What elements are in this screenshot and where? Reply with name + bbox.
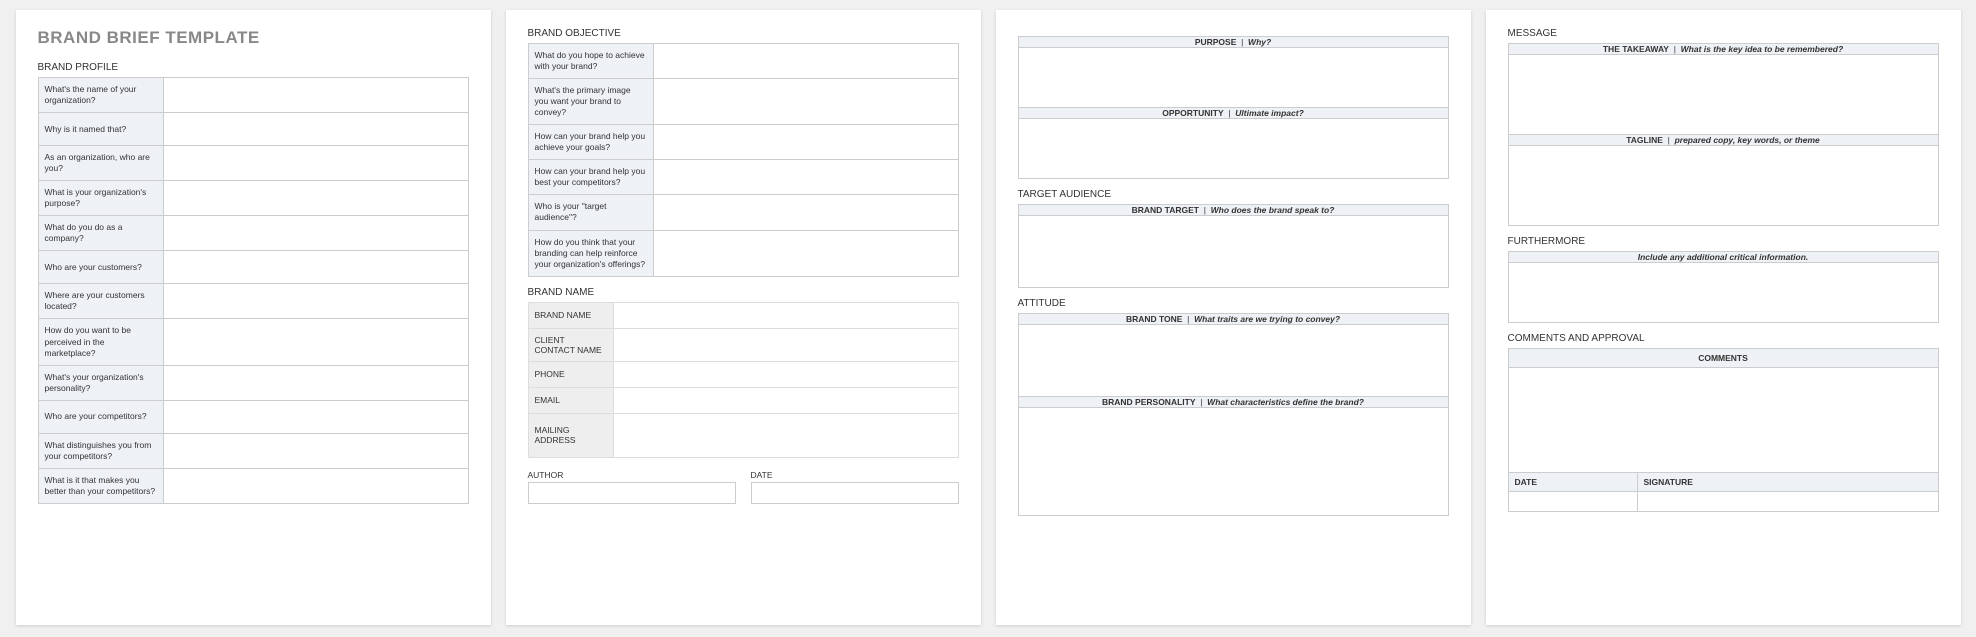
answer-input[interactable] xyxy=(163,113,468,146)
page-3: PURPOSE | Why? OPPORTUNITY | Ultimate im… xyxy=(996,10,1471,625)
section-attitude: ATTITUDE xyxy=(1018,298,1449,309)
question-label: What is it that makes you better than yo… xyxy=(38,468,163,503)
brandname-field-label: EMAIL xyxy=(528,387,613,413)
question-label: What's the name of your organization? xyxy=(38,78,163,113)
brand-objective-table: What do you hope to achieve with your br… xyxy=(528,43,959,277)
page-4: MESSAGE THE TAKEAWAY | What is the key i… xyxy=(1486,10,1961,625)
question-label: Who are your competitors? xyxy=(38,400,163,433)
brandname-field-input[interactable] xyxy=(613,361,958,387)
section-brand-objective: BRAND OBJECTIVE xyxy=(528,28,959,39)
section-furthermore: FURTHERMORE xyxy=(1508,236,1939,247)
question-label: What distinguishes you from your competi… xyxy=(38,433,163,468)
page-2: BRAND OBJECTIVE What do you hope to achi… xyxy=(506,10,981,625)
brand-personality-header: BRAND PERSONALITY | What characteristics… xyxy=(1018,397,1448,408)
answer-input[interactable] xyxy=(163,468,468,503)
section-target-audience: TARGET AUDIENCE xyxy=(1018,189,1449,200)
approval-signature-input[interactable] xyxy=(1637,492,1938,512)
target-table: BRAND TARGET | Who does the brand speak … xyxy=(1018,204,1449,288)
answer-input[interactable] xyxy=(653,195,958,230)
purpose-table: PURPOSE | Why? OPPORTUNITY | Ultimate im… xyxy=(1018,36,1449,179)
author-label: AUTHOR xyxy=(528,470,736,480)
question-label: What's your organization's personality? xyxy=(38,365,163,400)
date-input[interactable] xyxy=(751,482,959,504)
question-label: As an organization, who are you? xyxy=(38,146,163,181)
brand-tone-input[interactable] xyxy=(1018,325,1448,397)
approval-table: COMMENTS DATE SIGNATURE xyxy=(1508,348,1939,512)
opportunity-input[interactable] xyxy=(1018,119,1448,179)
answer-input[interactable] xyxy=(163,146,468,181)
answer-input[interactable] xyxy=(163,319,468,365)
furthermore-input[interactable] xyxy=(1508,263,1938,323)
tagline-input[interactable] xyxy=(1508,146,1938,226)
answer-input[interactable] xyxy=(163,78,468,113)
section-brand-name: BRAND NAME xyxy=(528,287,959,298)
answer-input[interactable] xyxy=(163,216,468,251)
answer-input[interactable] xyxy=(163,365,468,400)
question-label: How do you think that your branding can … xyxy=(528,230,653,276)
brand-tone-header: BRAND TONE | What traits are we trying t… xyxy=(1018,314,1448,325)
answer-input[interactable] xyxy=(163,181,468,216)
question-label: What do you do as a company? xyxy=(38,216,163,251)
question-label: What's the primary image you want your b… xyxy=(528,79,653,125)
section-brand-profile: BRAND PROFILE xyxy=(38,62,469,73)
answer-input[interactable] xyxy=(653,160,958,195)
message-table: THE TAKEAWAY | What is the key idea to b… xyxy=(1508,43,1939,226)
answer-input[interactable] xyxy=(653,44,958,79)
brandname-field-input[interactable] xyxy=(613,413,958,457)
question-label: How can your brand help you achieve your… xyxy=(528,125,653,160)
question-label: How do you want to be perceived in the m… xyxy=(38,319,163,365)
answer-input[interactable] xyxy=(653,79,958,125)
brand-personality-input[interactable] xyxy=(1018,408,1448,516)
purpose-header: PURPOSE | Why? xyxy=(1018,37,1448,48)
question-label: Where are your customers located? xyxy=(38,284,163,319)
approval-date-input[interactable] xyxy=(1508,492,1637,512)
purpose-input[interactable] xyxy=(1018,48,1448,108)
approval-date-label: DATE xyxy=(1508,473,1637,492)
page-1: BRAND BRIEF TEMPLATE BRAND PROFILE What'… xyxy=(16,10,491,625)
brand-name-table: BRAND NAMECLIENT CONTACT NAMEPHONEEMAILM… xyxy=(528,302,959,458)
author-input[interactable] xyxy=(528,482,736,504)
date-label: DATE xyxy=(751,470,959,480)
brand-profile-table: What's the name of your organization?Why… xyxy=(38,77,469,504)
answer-input[interactable] xyxy=(163,400,468,433)
takeaway-input[interactable] xyxy=(1508,55,1938,135)
brandname-field-input[interactable] xyxy=(613,387,958,413)
brandname-field-label: BRAND NAME xyxy=(528,302,613,328)
question-label: What is your organization's purpose? xyxy=(38,181,163,216)
brandname-field-input[interactable] xyxy=(613,302,958,328)
furthermore-header: Include any additional critical informat… xyxy=(1508,252,1938,263)
question-label: Who is your "target audience"? xyxy=(528,195,653,230)
opportunity-header: OPPORTUNITY | Ultimate impact? xyxy=(1018,108,1448,119)
brand-target-header: BRAND TARGET | Who does the brand speak … xyxy=(1018,205,1448,216)
section-message: MESSAGE xyxy=(1508,28,1939,39)
answer-input[interactable] xyxy=(653,230,958,276)
takeaway-header: THE TAKEAWAY | What is the key idea to b… xyxy=(1508,44,1938,55)
furthermore-table: Include any additional critical informat… xyxy=(1508,251,1939,323)
question-label: How can your brand help you best your co… xyxy=(528,160,653,195)
brandname-field-label: MAILING ADDRESS xyxy=(528,413,613,457)
section-comments: COMMENTS AND APPROVAL xyxy=(1508,333,1939,344)
comments-header: COMMENTS xyxy=(1508,349,1938,368)
approval-signature-label: SIGNATURE xyxy=(1637,473,1938,492)
author-date-row: AUTHOR DATE xyxy=(528,470,959,504)
answer-input[interactable] xyxy=(163,284,468,319)
tagline-header: TAGLINE | prepared copy, key words, or t… xyxy=(1508,135,1938,146)
answer-input[interactable] xyxy=(653,125,958,160)
answer-input[interactable] xyxy=(163,251,468,284)
brandname-field-label: CLIENT CONTACT NAME xyxy=(528,328,613,361)
question-label: Who are your customers? xyxy=(38,251,163,284)
answer-input[interactable] xyxy=(163,433,468,468)
comments-input[interactable] xyxy=(1508,368,1938,473)
template-title: BRAND BRIEF TEMPLATE xyxy=(38,28,469,48)
attitude-table: BRAND TONE | What traits are we trying t… xyxy=(1018,313,1449,516)
brand-target-input[interactable] xyxy=(1018,216,1448,288)
question-label: What do you hope to achieve with your br… xyxy=(528,44,653,79)
brandname-field-input[interactable] xyxy=(613,328,958,361)
question-label: Why is it named that? xyxy=(38,113,163,146)
brandname-field-label: PHONE xyxy=(528,361,613,387)
